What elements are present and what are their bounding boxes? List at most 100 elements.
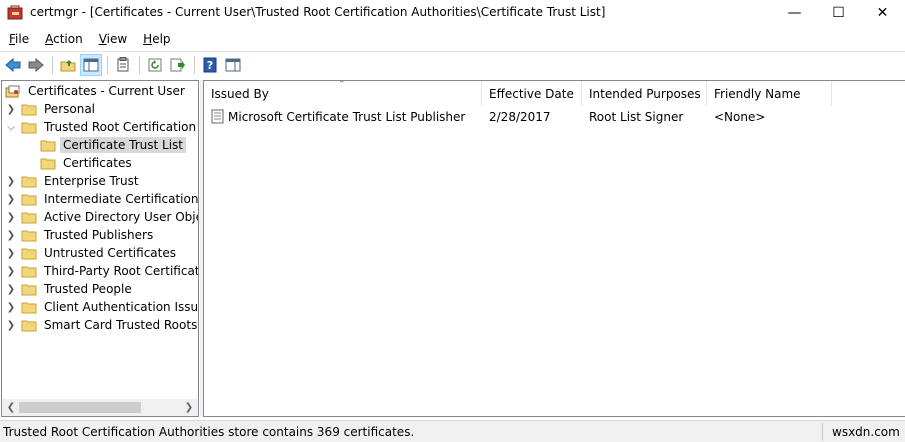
action-pane-icon	[225, 58, 241, 71]
folder-icon	[21, 230, 37, 241]
export-list-icon	[170, 58, 185, 71]
scrollbar-thumb[interactable]	[19, 402, 141, 413]
refresh-button[interactable]	[144, 54, 166, 76]
tree-item-label: Enterprise Trust	[44, 174, 139, 188]
back-arrow-icon	[5, 57, 21, 72]
tree-item-enterprise-trust[interactable]: ❯ Enterprise Trust	[5, 172, 142, 190]
window-title: certmgr - [Certificates - Current User\T…	[30, 5, 606, 19]
tree-root[interactable]: Certificates - Current User	[5, 82, 188, 100]
forward-button[interactable]	[25, 54, 47, 76]
cell-effective-date: 2/28/2017	[489, 110, 551, 124]
tree-item-client-auth[interactable]: ❯ Client Authentication Issuers	[5, 298, 199, 316]
toolbar-separator	[107, 55, 108, 74]
column-header-issued-by[interactable]: Issued By ⌃	[204, 81, 482, 106]
tree-item-label: Active Directory User Object	[44, 210, 199, 224]
help-icon: ?	[203, 57, 217, 72]
tree-item-label: Certificate Trust List	[60, 137, 186, 153]
tree-item-certificate-trust-list[interactable]: Certificate Trust List	[40, 136, 186, 154]
tree-item-trusted-people[interactable]: ❯ Trusted People	[5, 280, 135, 298]
toolbar-separator	[52, 55, 53, 74]
title-bar: certmgr - [Certificates - Current User\T…	[0, 0, 905, 26]
console-tree[interactable]: Certificates - Current User ❯ Personal ⌵…	[1, 80, 199, 417]
toolbar: ?	[0, 51, 905, 77]
chevron-right-icon[interactable]: ❯	[5, 247, 17, 259]
chevron-down-icon[interactable]: ⌵	[5, 121, 17, 133]
scroll-left-icon[interactable]: ❮	[4, 401, 18, 414]
tree-item-label: Smart Card Trusted Roots	[44, 318, 198, 332]
tree-item-label: Third-Party Root Certification	[44, 264, 198, 278]
tree-item-personal[interactable]: ❯ Personal	[5, 100, 98, 118]
folder-icon	[21, 212, 37, 223]
list-item[interactable]: Microsoft Certificate Trust List Publish…	[204, 108, 904, 126]
folder-icon	[21, 248, 37, 259]
tree-item-third-party[interactable]: ❯ Third-Party Root Certification	[5, 262, 198, 280]
watermark-text: wsxdn.com	[832, 425, 900, 439]
folder-icon	[21, 302, 37, 313]
toolbar-separator	[139, 55, 140, 74]
chevron-right-icon[interactable]: ❯	[5, 103, 17, 115]
forward-arrow-icon	[28, 57, 44, 72]
tree-item-trusted-publishers[interactable]: ❯ Trusted Publishers	[5, 226, 156, 244]
column-header-label: Intended Purposes	[589, 86, 701, 101]
help-button[interactable]: ?	[199, 54, 221, 76]
menu-bar: File Action View Help	[0, 28, 905, 50]
column-header-friendly-name[interactable]: Friendly Name	[707, 81, 832, 106]
show-hide-tree-icon	[83, 58, 99, 71]
tree-item-label: Trusted Root Certification Au	[44, 120, 199, 134]
folder-open-icon	[21, 122, 37, 133]
folder-icon	[21, 266, 37, 277]
scroll-right-icon[interactable]: ❯	[182, 401, 196, 414]
chevron-right-icon[interactable]: ❯	[5, 193, 17, 205]
certificate-trust-list-icon	[211, 109, 224, 124]
properties-icon	[117, 57, 129, 72]
minimize-button[interactable]: —	[772, 0, 817, 26]
tree-item-label: Client Authentication Issuers	[44, 300, 199, 314]
chevron-right-icon[interactable]: ❯	[5, 211, 17, 223]
close-button[interactable]: ✕	[860, 0, 905, 26]
up-one-level-button[interactable]	[57, 54, 79, 76]
chevron-right-icon[interactable]: ❯	[5, 283, 17, 295]
tree-item-label: Trusted Publishers	[44, 228, 154, 242]
chevron-right-icon[interactable]: ❯	[5, 175, 17, 187]
tree-item-certificates[interactable]: Certificates	[40, 154, 135, 172]
menu-action[interactable]: Action	[36, 29, 90, 49]
details-list[interactable]: Issued By ⌃ Effective Date Intended Purp…	[203, 80, 905, 417]
show-hide-console-tree-button[interactable]	[80, 53, 102, 76]
properties-button[interactable]	[112, 54, 134, 76]
tree-item-smart-card[interactable]: ❯ Smart Card Trusted Roots	[5, 316, 198, 334]
folder-icon	[21, 194, 37, 205]
cell-intended-purposes: Root List Signer	[589, 110, 684, 124]
toolbar-separator	[194, 55, 195, 74]
column-header-effective-date[interactable]: Effective Date	[482, 81, 582, 106]
folder-icon	[21, 320, 37, 331]
tree-item-label: Untrusted Certificates	[44, 246, 176, 260]
folder-icon	[21, 176, 37, 187]
export-list-button[interactable]	[167, 54, 189, 76]
menu-view[interactable]: View	[90, 29, 134, 49]
horizontal-scrollbar[interactable]: ❮ ❯	[2, 399, 198, 416]
column-header-label: Effective Date	[489, 86, 574, 101]
status-text: Trusted Root Certification Authorities s…	[3, 425, 415, 439]
maximize-button[interactable]: ☐	[816, 0, 861, 26]
tree-root-label: Certificates - Current User	[28, 84, 185, 98]
chevron-right-icon[interactable]: ❯	[5, 301, 17, 313]
column-header-label: Issued By	[211, 86, 269, 101]
chevron-right-icon[interactable]: ❯	[5, 229, 17, 241]
menu-file[interactable]: File	[0, 29, 36, 49]
show-hide-action-pane-button[interactable]	[222, 54, 244, 76]
cell-friendly-name: <None>	[714, 110, 766, 124]
chevron-right-icon[interactable]: ❯	[5, 319, 17, 331]
cell-issued-by: Microsoft Certificate Trust List Publish…	[228, 110, 466, 124]
status-divider	[822, 423, 823, 441]
tree-item-intermediate[interactable]: ❯ Intermediate Certification Au	[5, 190, 198, 208]
tree-item-active-directory[interactable]: ❯ Active Directory User Object	[5, 208, 199, 226]
tree-item-untrusted[interactable]: ❯ Untrusted Certificates	[5, 244, 179, 262]
certificates-snapin-icon	[5, 85, 20, 97]
menu-help[interactable]: Help	[134, 29, 177, 49]
tree-item-label: Personal	[44, 102, 96, 116]
back-button[interactable]	[2, 54, 24, 76]
certmgr-app-icon	[7, 5, 23, 20]
column-header-intended-purposes[interactable]: Intended Purposes	[582, 81, 707, 106]
chevron-right-icon[interactable]: ❯	[5, 265, 17, 277]
tree-item-trusted-root[interactable]: ⌵ Trusted Root Certification Au	[5, 118, 199, 136]
